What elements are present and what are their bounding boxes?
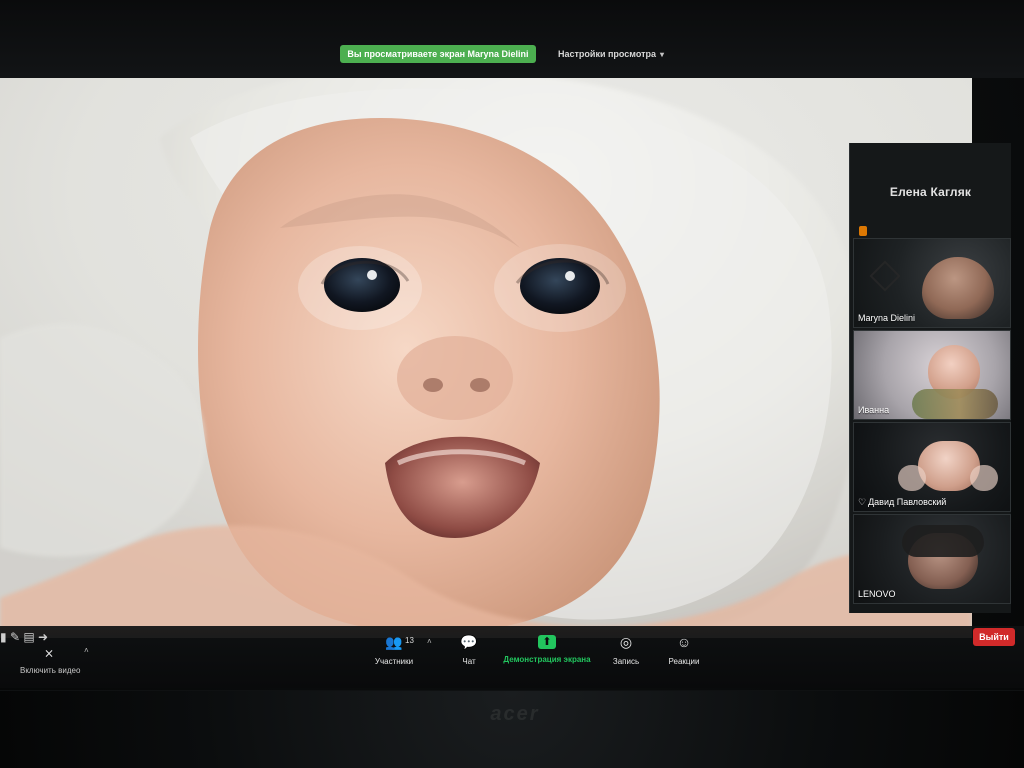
hand-left (898, 465, 926, 491)
participant-clothes (912, 389, 998, 419)
leave-button[interactable]: Выйти (973, 628, 1015, 646)
shared-screen-image (0, 78, 972, 638)
meeting-toolbar: 👥 Участники 13 ˄ 💬 Чат ⬆ Демонстрация эк… (0, 626, 1024, 688)
laptop-brand: acer (490, 703, 540, 725)
record-button[interactable]: ◎ Запись (608, 633, 644, 679)
participant-tile-ivanna[interactable]: Иванна (853, 330, 1011, 420)
reactions-button[interactable]: ☺ Реакции (662, 633, 706, 679)
participant-hair (902, 525, 984, 557)
participant-name-label: LENOVO (858, 589, 896, 599)
participants-options-caret-icon[interactable]: ˄ (427, 637, 432, 646)
participant-tile-maryna[interactable]: Maryna Dielini (853, 238, 1011, 328)
chevron-down-icon: ▾ (660, 50, 665, 59)
heart-decoration-icon (869, 260, 901, 292)
participant-tile-lenovo[interactable]: LENOVO (853, 514, 1011, 604)
video-label[interactable]: Включить видео (20, 666, 80, 675)
heart-icon: ♡ (858, 497, 867, 507)
chat-bubble-icon: 💬 (460, 634, 478, 650)
chat-label: Чат (462, 657, 476, 666)
emoji-icon: ☺ (676, 634, 692, 650)
participant-name-label: Иванна (858, 405, 890, 415)
top-bar: Вы просматриваете экран Maryna Dielini Н… (0, 0, 1024, 78)
view-settings-menu[interactable]: Настройки просмотра ▾ (558, 46, 664, 63)
participants-count: 13 (405, 636, 414, 645)
share-screen-icon: ⬆ (538, 635, 556, 649)
left-controls: ▮ ✎ ▤ ➜ ⨯ ˄ Включить видео (0, 628, 140, 690)
active-speaker-name: Елена Кагляк (889, 185, 972, 199)
record-label: Запись (612, 657, 640, 666)
participant-name-text: Давид Павловский (868, 497, 947, 507)
share-screen-button[interactable]: ⬆ Демонстрация экрана (498, 633, 596, 679)
record-icon: ◎ (619, 634, 633, 650)
toolbar-overflow-icons: ▮ ✎ ▤ ➜ (0, 630, 49, 644)
hand-right (970, 465, 998, 491)
participant-tile-david[interactable]: ♡ Давид Павловский (853, 422, 1011, 512)
laptop-bezel: acer (0, 690, 1024, 768)
users-icon: 👥 (385, 634, 403, 650)
participant-name-label: ♡ Давид Павловский (858, 497, 946, 507)
participants-panel: Елена Кагляк Maryna Dielini Иванна ♡ Дав… (849, 143, 1011, 613)
sharing-status-badge: Вы просматриваете экран Maryna Dielini (340, 45, 536, 63)
chat-button[interactable]: 💬 Чат (452, 633, 486, 679)
participant-name-label: Maryna Dielini (858, 313, 916, 323)
participant-face (922, 257, 994, 319)
share-screen-label: Демонстрация экрана (503, 655, 591, 664)
speaking-indicator-icon (859, 226, 867, 236)
view-settings-label: Настройки просмотра (558, 49, 657, 59)
video-off-icon[interactable]: ⨯ (44, 646, 62, 662)
participants-label: Участники (374, 657, 414, 666)
screen-photo: Вы просматриваете экран Maryna Dielini Н… (0, 0, 1024, 768)
reactions-label: Реакции (668, 657, 700, 666)
video-options-caret-icon[interactable]: ˄ (84, 646, 94, 662)
shared-screen-view (0, 78, 972, 638)
